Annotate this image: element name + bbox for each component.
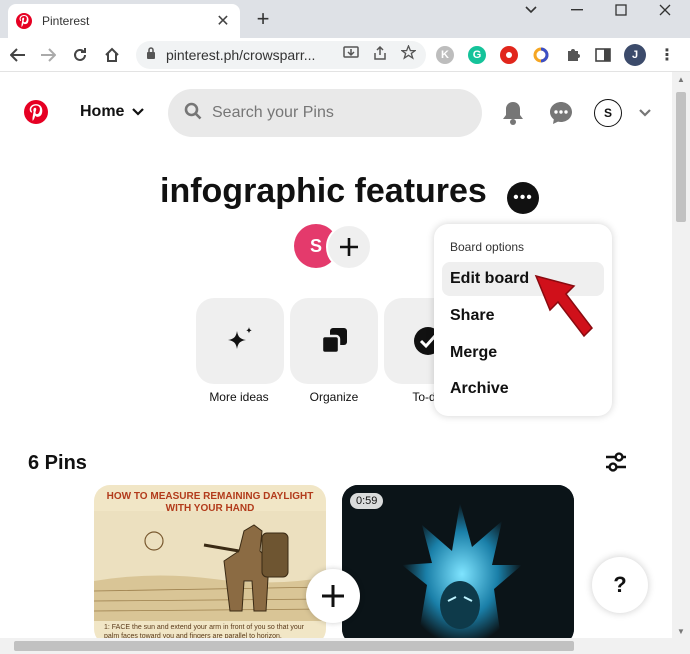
tab-search-icon[interactable] bbox=[508, 0, 554, 20]
extension-k-icon[interactable]: K bbox=[436, 46, 454, 64]
organize-icon bbox=[320, 328, 347, 355]
install-app-icon[interactable] bbox=[343, 45, 359, 65]
pin-card-daylight-infographic[interactable]: HOW TO MEASURE REMAINING DAYLIGHT WITH Y… bbox=[94, 485, 326, 638]
browser-menu-icon[interactable]: ⋮ bbox=[658, 46, 676, 64]
pins-count: 6 Pins bbox=[28, 452, 87, 474]
pin-card-video[interactable]: 0:59 bbox=[342, 485, 574, 638]
browser-toolbar: pinterest.ph/crowsparr... K G J ⋮ bbox=[0, 38, 690, 72]
scrollbar-thumb[interactable] bbox=[676, 92, 686, 222]
account-chevron-icon[interactable] bbox=[630, 98, 660, 128]
forward-icon[interactable] bbox=[36, 43, 60, 67]
back-icon[interactable] bbox=[6, 43, 30, 67]
grammarly-icon[interactable]: G bbox=[468, 46, 486, 64]
sparkle-icon bbox=[228, 327, 252, 349]
new-tab-button[interactable]: + bbox=[252, 8, 274, 30]
pin1-caption: 1: FACE the sun and extend your arm in f… bbox=[104, 624, 304, 638]
filter-sliders-icon[interactable] bbox=[602, 448, 630, 476]
search-icon bbox=[184, 102, 202, 125]
window-close-icon[interactable] bbox=[642, 0, 688, 20]
organize-label: Organize bbox=[309, 390, 359, 404]
pinterest-favicon-icon bbox=[16, 13, 32, 29]
lock-icon bbox=[146, 46, 156, 64]
user-avatar[interactable]: S bbox=[594, 99, 622, 127]
video-duration-badge: 0:59 bbox=[350, 493, 384, 509]
vertical-scrollbar[interactable]: ▲ ▼ bbox=[672, 72, 690, 638]
home-label: Home bbox=[80, 103, 125, 120]
save-pin-plus-button[interactable] bbox=[306, 569, 360, 623]
browser-tab-pinterest[interactable]: Pinterest ✕ bbox=[8, 4, 240, 38]
help-button[interactable]: ? bbox=[592, 557, 648, 613]
horizontal-scrollbar[interactable] bbox=[0, 638, 690, 654]
archive-menu-item[interactable]: Archive bbox=[442, 372, 604, 406]
tab-close-icon[interactable]: ✕ bbox=[214, 11, 232, 31]
add-collaborator-button[interactable] bbox=[326, 224, 372, 270]
share-icon[interactable] bbox=[373, 45, 387, 65]
adblock-icon[interactable] bbox=[500, 46, 518, 64]
plus-icon bbox=[340, 238, 358, 256]
red-arrow-annotation-icon bbox=[534, 274, 593, 338]
search-input[interactable]: Search your Pins bbox=[168, 89, 482, 137]
side-panel-icon[interactable] bbox=[594, 46, 612, 64]
hiker-illustration-icon bbox=[94, 511, 326, 621]
extensions-puzzle-icon[interactable] bbox=[564, 46, 582, 64]
bookmark-star-icon[interactable] bbox=[399, 44, 418, 65]
minimize-icon[interactable] bbox=[554, 0, 600, 20]
extension-ring-icon[interactable] bbox=[532, 46, 550, 64]
maximize-icon[interactable] bbox=[598, 0, 644, 20]
scroll-up-icon[interactable]: ▲ bbox=[672, 72, 690, 86]
search-placeholder: Search your Pins bbox=[212, 104, 334, 121]
messages-icon[interactable] bbox=[546, 98, 576, 128]
scroll-down-icon[interactable]: ▼ bbox=[672, 624, 690, 638]
reload-icon[interactable] bbox=[68, 43, 92, 67]
home-dropdown[interactable]: Home bbox=[80, 103, 145, 121]
pinterest-logo-icon[interactable] bbox=[24, 100, 48, 124]
notifications-bell-icon[interactable] bbox=[498, 98, 528, 128]
tab-title: Pinterest bbox=[42, 14, 90, 28]
hscrollbar-thumb[interactable] bbox=[14, 641, 574, 651]
url-text: pinterest.ph/crowsparr... bbox=[166, 47, 316, 63]
chevron-down-icon bbox=[132, 103, 145, 121]
organize-button[interactable] bbox=[290, 298, 378, 384]
browser-tab-bar: Pinterest ✕ + bbox=[0, 0, 690, 38]
board-more-options-icon[interactable]: ••• bbox=[507, 182, 539, 214]
address-bar[interactable]: pinterest.ph/crowsparr... bbox=[136, 41, 426, 69]
board-options-header: Board options bbox=[450, 240, 525, 254]
pinterest-page: Home Search your Pins S infographic feat… bbox=[0, 72, 672, 638]
home-icon[interactable] bbox=[100, 43, 124, 67]
more-ideas-label: More ideas bbox=[209, 390, 269, 404]
profile-avatar[interactable]: J bbox=[624, 44, 646, 66]
plus-icon bbox=[322, 585, 344, 607]
more-ideas-button[interactable] bbox=[196, 298, 284, 384]
board-title: infographic features bbox=[160, 172, 487, 210]
